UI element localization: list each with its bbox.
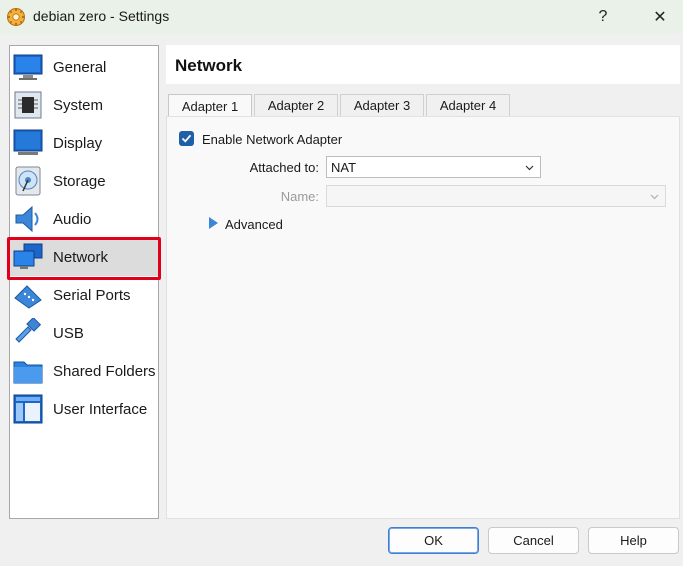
sidebar-item-shared-folders[interactable]: Shared Folders xyxy=(10,352,158,390)
attached-to-value: NAT xyxy=(331,159,357,175)
sidebar-item-label: General xyxy=(53,58,107,76)
sidebar-item-label: Serial Ports xyxy=(53,286,131,304)
enable-adapter-label[interactable]: Enable Network Adapter xyxy=(202,132,342,147)
sidebar-item-label: System xyxy=(53,96,104,114)
monitor-icon xyxy=(12,51,44,83)
sidebar-item-audio[interactable]: Audio xyxy=(10,200,158,238)
help-button[interactable]: Help xyxy=(588,527,679,554)
tab-adapter-3[interactable]: Adapter 3 xyxy=(340,94,424,116)
ok-button[interactable]: OK xyxy=(388,527,479,554)
sidebar-item-general[interactable]: General xyxy=(10,48,158,86)
sidebar-item-label: User Interface xyxy=(53,400,148,418)
sidebar-item-label: Audio xyxy=(53,210,92,228)
usb-icon xyxy=(12,317,44,349)
disk-icon xyxy=(12,165,44,197)
sidebar-item-label: Network xyxy=(53,248,109,266)
advanced-toggle[interactable]: Advanced xyxy=(225,217,283,232)
sidebar-item-label: Storage xyxy=(53,172,106,190)
sidebar-item-label: Display xyxy=(53,134,103,152)
sidebar-item-serial-ports[interactable]: Serial Ports xyxy=(10,276,158,314)
help-title-button[interactable]: ? xyxy=(580,0,626,34)
chevron-down-icon xyxy=(650,194,659,200)
page-header: Network xyxy=(166,45,680,84)
sidebar-item-user-interface[interactable]: User Interface xyxy=(10,390,158,428)
sidebar-item-storage[interactable]: Storage xyxy=(10,162,158,200)
network-icon xyxy=(12,241,44,273)
adapter-panel: Enable Network Adapter Attached to: NAT … xyxy=(166,116,680,519)
sidebar-item-usb[interactable]: USB xyxy=(10,314,158,352)
serial-port-icon xyxy=(12,279,44,311)
virtualbox-gear-icon xyxy=(6,7,26,27)
tab-adapter-4[interactable]: Adapter 4 xyxy=(426,94,510,116)
sidebar-item-label: Shared Folders xyxy=(53,362,156,380)
settings-main: Network Adapter 1 Adapter 2 Adapter 3 Ad… xyxy=(166,45,680,519)
chip-icon xyxy=(12,89,44,121)
ui-window-icon xyxy=(12,393,44,425)
cancel-button[interactable]: Cancel xyxy=(488,527,579,554)
tab-adapter-1[interactable]: Adapter 1 xyxy=(168,94,252,117)
folder-icon xyxy=(12,355,44,387)
checkmark-icon xyxy=(181,134,192,143)
sidebar-item-display[interactable]: Display xyxy=(10,124,158,162)
title-bar: debian zero - Settings ? ✕ xyxy=(0,0,683,34)
close-button[interactable]: ✕ xyxy=(637,0,683,34)
sidebar-item-network[interactable]: Network xyxy=(10,238,158,276)
sidebar-item-system[interactable]: System xyxy=(10,86,158,124)
tab-adapter-2[interactable]: Adapter 2 xyxy=(254,94,338,116)
enable-adapter-checkbox[interactable] xyxy=(179,131,194,146)
page-title: Network xyxy=(175,56,243,75)
expand-arrow-icon[interactable] xyxy=(209,217,218,229)
speaker-icon xyxy=(12,203,44,235)
display-icon xyxy=(12,127,44,159)
attached-to-label: Attached to: xyxy=(249,160,319,175)
name-select[interactable] xyxy=(326,185,666,207)
window-title: debian zero - Settings xyxy=(33,8,170,24)
sidebar-item-label: USB xyxy=(53,324,84,342)
attached-to-select[interactable]: NAT xyxy=(326,156,541,178)
settings-sidebar: General System Display Storage Audio Net… xyxy=(9,45,159,519)
chevron-down-icon xyxy=(525,165,534,171)
name-label: Name: xyxy=(280,189,319,204)
